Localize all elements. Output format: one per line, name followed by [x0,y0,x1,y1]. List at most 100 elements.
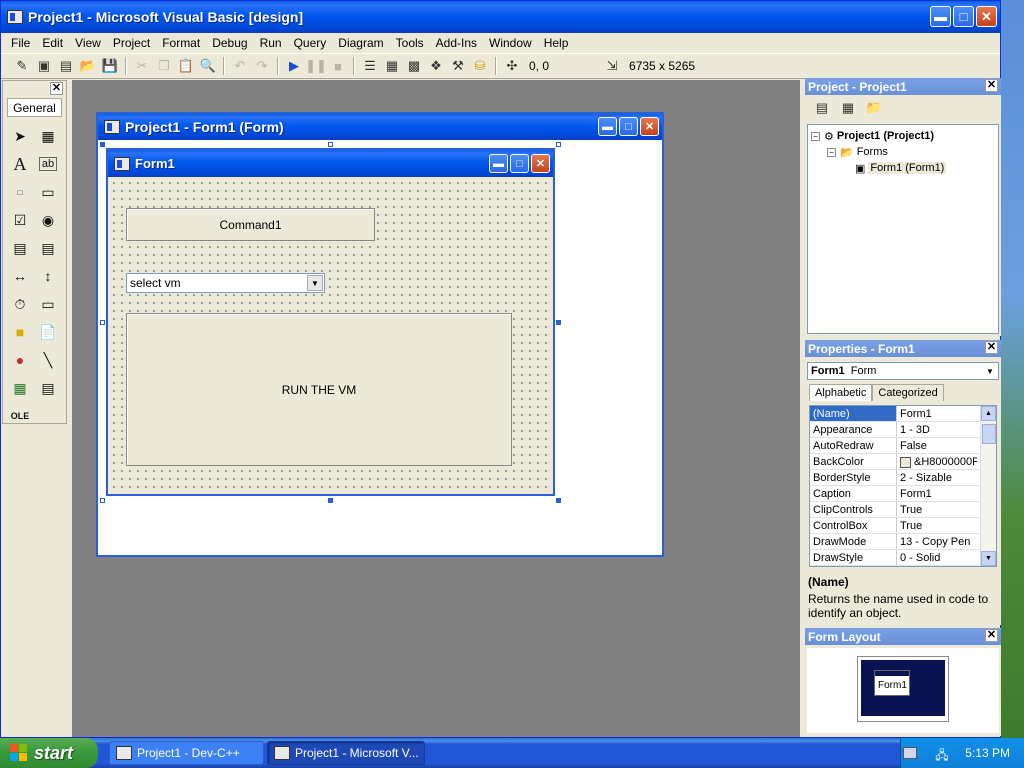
combobox-tool-icon[interactable]: ▤ [6,234,34,262]
resize-handle[interactable] [556,498,561,503]
menu-query[interactable]: Query [288,33,333,53]
properties-window-icon[interactable]: ▦ [381,55,403,77]
start-button[interactable]: start [0,738,98,768]
toolbox-close-icon[interactable]: ✕ [50,82,63,95]
view-object-icon[interactable]: ▦ [837,97,859,119]
designer-titlebar[interactable]: Project1 - Form1 (Form) ▬ □ ✕ [98,114,662,140]
designer-minimize-button[interactable]: ▬ [598,117,617,136]
redo-icon[interactable]: ↷ [251,55,273,77]
minimize-button[interactable]: ▬ [930,6,951,27]
chevron-down-icon[interactable]: ▼ [983,364,997,378]
property-row[interactable]: ClipControls True [810,502,996,518]
object-selector[interactable]: Form1 Form ▼ [807,362,999,380]
toolbox-tab-general[interactable]: General [7,98,62,117]
view-code-icon[interactable]: ▤ [811,97,833,119]
break-icon[interactable]: ❚❚ [305,55,327,77]
chevron-down-icon[interactable]: ▼ [307,275,323,291]
property-row[interactable]: BackColor &H8000000F [810,454,996,470]
form-layout-icon[interactable]: ▩ [403,55,425,77]
menu-view[interactable]: View [69,33,107,53]
pointer-tool-icon[interactable]: ➤ [6,122,34,150]
collapse-icon[interactable]: − [827,147,836,157]
form1-close-button[interactable]: ✕ [531,154,550,173]
checkbox-tool-icon[interactable]: ☑ [6,206,34,234]
vscrollbar-tool-icon[interactable]: ↕ [34,262,62,290]
menu-file[interactable]: File [5,33,36,53]
tree-item-form1[interactable]: ▣ Form1 (Form1) [811,160,995,176]
form1-minimize-button[interactable]: ▬ [489,154,508,173]
tab-categorized[interactable]: Categorized [872,384,944,401]
toolbox-icon[interactable]: ⚒ [447,55,469,77]
label-tool-icon[interactable]: A [6,150,34,178]
close-button[interactable]: ✕ [976,6,997,27]
commandbutton-tool-icon[interactable]: ▭ [34,178,62,206]
cut-icon[interactable]: ✂ [131,55,153,77]
filelistbox-tool-icon[interactable]: 📄 [34,318,62,346]
timer-tool-icon[interactable]: ⏱ [6,290,34,318]
property-row[interactable]: DrawMode 13 - Copy Pen [810,534,996,550]
maximize-button[interactable]: □ [953,6,974,27]
main-titlebar[interactable]: Project1 - Microsoft Visual Basic [desig… [1,1,1000,33]
open-project-icon[interactable]: 📂 [77,55,99,77]
object-browser-icon[interactable]: ❖ [425,55,447,77]
add-form-icon[interactable]: ▣ [33,55,55,77]
paste-icon[interactable]: 📋 [175,55,197,77]
menu-edit[interactable]: Edit [36,33,69,53]
property-scrollbar[interactable]: ▲ ▼ [980,406,996,566]
drivelistbox-tool-icon[interactable]: ▭ [34,290,62,318]
listbox-tool-icon[interactable]: ▤ [34,234,62,262]
menu-format[interactable]: Format [156,33,206,53]
designer-close-button[interactable]: ✕ [640,117,659,136]
collapse-icon[interactable]: − [811,131,820,141]
add-project-icon[interactable]: ✎ [11,55,33,77]
network-icon[interactable]: 🖧 [935,746,951,762]
form1-maximize-button[interactable]: □ [510,154,529,173]
menu-editor-icon[interactable]: ▤ [55,55,77,77]
menu-diagram[interactable]: Diagram [332,33,389,53]
form-position-preview[interactable]: Form1 [874,670,910,696]
copy-icon[interactable]: ❐ [153,55,175,77]
undo-icon[interactable]: ↶ [229,55,251,77]
property-row[interactable]: DrawStyle 0 - Solid [810,550,996,566]
end-icon[interactable]: ■ [327,55,349,77]
scroll-up-icon[interactable]: ▲ [981,406,996,421]
tree-item-project[interactable]: − ⚙ Project1 (Project1) [811,128,995,144]
toggle-folders-icon[interactable]: 📁 [863,97,885,119]
hscrollbar-tool-icon[interactable]: ↔ [6,262,34,290]
property-row[interactable]: (Name) Form1 [810,406,996,422]
run-the-vm-button[interactable]: RUN THE VM [126,313,512,466]
textbox-tool-icon[interactable]: ab [39,157,57,171]
tab-alphabetic[interactable]: Alphabetic [809,384,873,401]
menu-help[interactable]: Help [538,33,575,53]
image-tool-icon[interactable]: ▦ [6,374,34,402]
property-row[interactable]: Appearance 1 - 3D [810,422,996,438]
start-icon[interactable]: ▶ [283,55,305,77]
project-panel-close-icon[interactable]: ✕ [985,79,998,92]
designer-maximize-button[interactable]: □ [619,117,638,136]
property-row[interactable]: ControlBox True [810,518,996,534]
save-project-icon[interactable]: 💾 [99,55,121,77]
shape-tool-icon[interactable]: ● [6,346,34,374]
taskbar-item-vb[interactable]: Project1 - Microsoft V... [267,741,425,765]
property-row[interactable]: AutoRedraw False [810,438,996,454]
data-view-icon[interactable]: ⛁ [469,55,491,77]
scroll-thumb[interactable] [982,424,996,444]
menu-window[interactable]: Window [483,33,538,53]
resize-handle[interactable] [328,498,333,503]
line-tool-icon[interactable]: ╲ [34,346,62,374]
taskbar-item-devcpp[interactable]: Project1 - Dev-C++ [109,741,264,765]
find-icon[interactable]: 🔍 [197,55,219,77]
keyboard-icon[interactable] [903,747,917,759]
form1-titlebar[interactable]: Form1 ▬ □ ✕ [108,150,553,177]
property-row[interactable]: BorderStyle 2 - Sizable [810,470,996,486]
ole-tool-icon[interactable]: OLE [6,402,34,430]
menu-project[interactable]: Project [107,33,156,53]
clock[interactable]: 5:13 PM [965,746,1010,760]
scroll-down-icon[interactable]: ▼ [981,551,996,566]
menu-run[interactable]: Run [254,33,288,53]
menu-addins[interactable]: Add-Ins [430,33,483,53]
resize-handle[interactable] [556,320,561,325]
tree-item-forms[interactable]: − 📂 Forms [811,144,995,160]
picturebox-tool-icon[interactable]: ▦ [34,122,62,150]
data-tool-icon[interactable]: ▤ [34,374,62,402]
